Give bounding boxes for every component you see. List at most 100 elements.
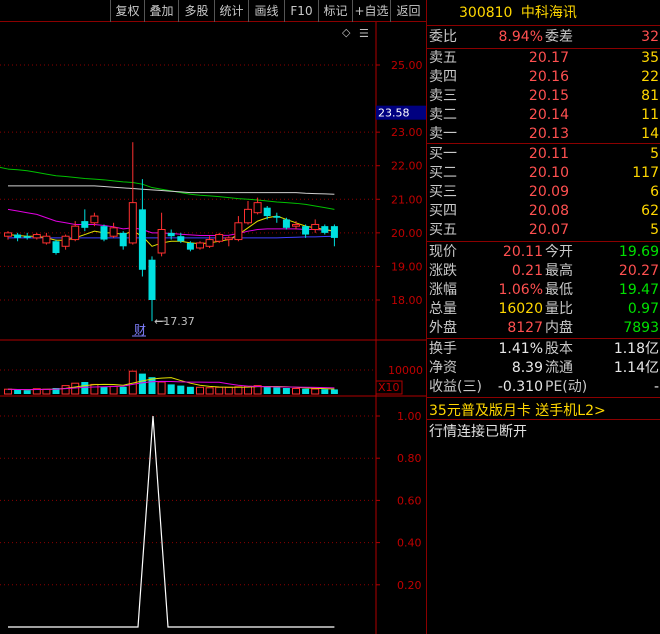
bid-row[interactable]: 买四 20.08 62 [427,202,660,221]
ask-price: 20.14 [528,107,569,123]
fuquan-button[interactable]: 复权 [110,0,144,22]
candle-body [4,232,12,237]
candle-body [14,234,22,238]
ask-level-label: 卖一 [429,126,457,142]
ask-volume: 14 [641,126,659,142]
kline-chart[interactable]: 25.00 23.00 22.00 21.00 20.00 19.00 18.00 23.58… [0,0,426,634]
add-watchlist-button[interactable]: +自选 [352,0,390,22]
bid-volume: 117 [632,165,659,181]
volume-bar [119,386,127,394]
statistics-button[interactable]: 统计 [214,0,248,22]
back-button[interactable]: 返回 [390,0,426,22]
draw-line-button[interactable]: 画线 [248,0,284,22]
stat-value: 20.11 [502,244,543,260]
overlay-button[interactable]: 叠加 [144,0,178,22]
fund-label: PE(动) [545,379,588,395]
volume-bar [263,386,271,394]
candle-body [119,232,127,247]
stat-label: 量比 [545,301,573,317]
bid-row[interactable]: 买二 20.10 117 [427,164,660,183]
fund-value: 1.14亿 [613,360,659,376]
ma-white-line [8,185,335,195]
candle-body [196,242,204,249]
stat-label: 外盘 [429,320,457,336]
bid-price: 20.10 [528,165,569,181]
volume-bar [4,388,12,395]
ma-green-line [0,166,9,170]
volume-bar [42,388,51,395]
stat-value: 7893 [623,320,659,336]
candle-body [205,239,214,247]
candle-body [23,236,31,238]
mark-button[interactable]: 标记 [318,0,352,22]
price-tick-label: 21.00 [391,193,423,206]
price-tick-label: 25.00 [391,59,423,72]
stats-row: 现价 20.11 今开 19.69 [427,243,660,262]
ask-level-label: 卖五 [429,50,457,66]
stock-code: 300810 [459,5,513,21]
menu-icon: ☰ [359,27,369,40]
indicator-tick-label: 0.40 [397,537,422,550]
stats-row: 涨幅 1.06% 最低 19.47 [427,281,660,300]
bid-row[interactable]: 买五 20.07 5 [427,221,660,240]
candle-body [292,223,300,227]
candle-body [42,235,51,244]
stock-title: 300810 中科海讯 [427,0,660,26]
stat-value: 0.97 [627,301,659,317]
candle-body [311,223,320,230]
divider [427,143,660,144]
volume-bar [90,383,99,395]
multi-stock-button[interactable]: 多股 [178,0,214,22]
promo-link[interactable]: 35元普及版月卡 送手机L2> [429,400,606,420]
ask-row[interactable]: 卖四 20.16 22 [427,68,660,87]
volume-bar [215,386,224,395]
bid-volume: 5 [650,146,659,162]
divider [427,419,660,420]
ask-price: 20.17 [528,50,569,66]
ask-row[interactable]: 卖一 20.13 14 [427,125,660,144]
candle-body [71,225,80,241]
volume-bar [186,386,194,394]
fundamental-row: 换手 1.41% 股本 1.18亿 [427,340,660,359]
volume-bar [167,384,175,394]
volume-bar [14,389,22,394]
stat-value: 19.47 [618,282,659,298]
candle-body [61,235,70,247]
stat-value: 8127 [507,320,543,336]
stat-label: 今开 [545,244,573,260]
candle-body [90,215,99,224]
price-tick-label: 19.00 [391,260,423,273]
candle-body [321,226,329,233]
bid-row[interactable]: 买一 20.11 5 [427,145,660,164]
candle-body [330,226,338,238]
ask-row[interactable]: 卖二 20.14 11 [427,106,660,125]
f10-button[interactable]: F10 [284,0,318,22]
ask-price: 20.13 [528,126,569,142]
weibi-label: 委比 [429,29,457,45]
ask-row[interactable]: 卖三 20.15 81 [427,87,660,106]
ask-price: 20.16 [528,69,569,85]
candle-body [109,227,118,237]
price-tick-label: 18.00 [391,294,423,307]
stat-label: 涨幅 [429,282,457,298]
volume-bar [205,387,214,395]
stat-label: 现价 [429,244,457,260]
divider [427,397,660,398]
ask-row[interactable]: 卖五 20.17 35 [427,49,660,68]
ask-volume: 11 [641,107,659,123]
volume-bar [138,373,146,394]
connection-status: 行情连接已断开 [429,424,527,440]
fundamental-row: 净资 8.39 流通 1.14亿 [427,359,660,378]
weibi-value: 8.94% [498,29,543,45]
volume-bar [100,386,108,394]
candle-body [273,216,281,218]
candle-body [157,229,166,254]
stat-label: 最高 [545,263,573,279]
bid-row[interactable]: 买三 20.09 6 [427,183,660,202]
volume-tick-label: 10000 [388,364,423,377]
stat-value: 20.27 [618,263,659,279]
candle-body [177,236,185,242]
fund-value: -0.310 [497,379,543,395]
low-marker-label: ←17.37 [154,315,195,328]
fund-value: - [653,379,659,395]
